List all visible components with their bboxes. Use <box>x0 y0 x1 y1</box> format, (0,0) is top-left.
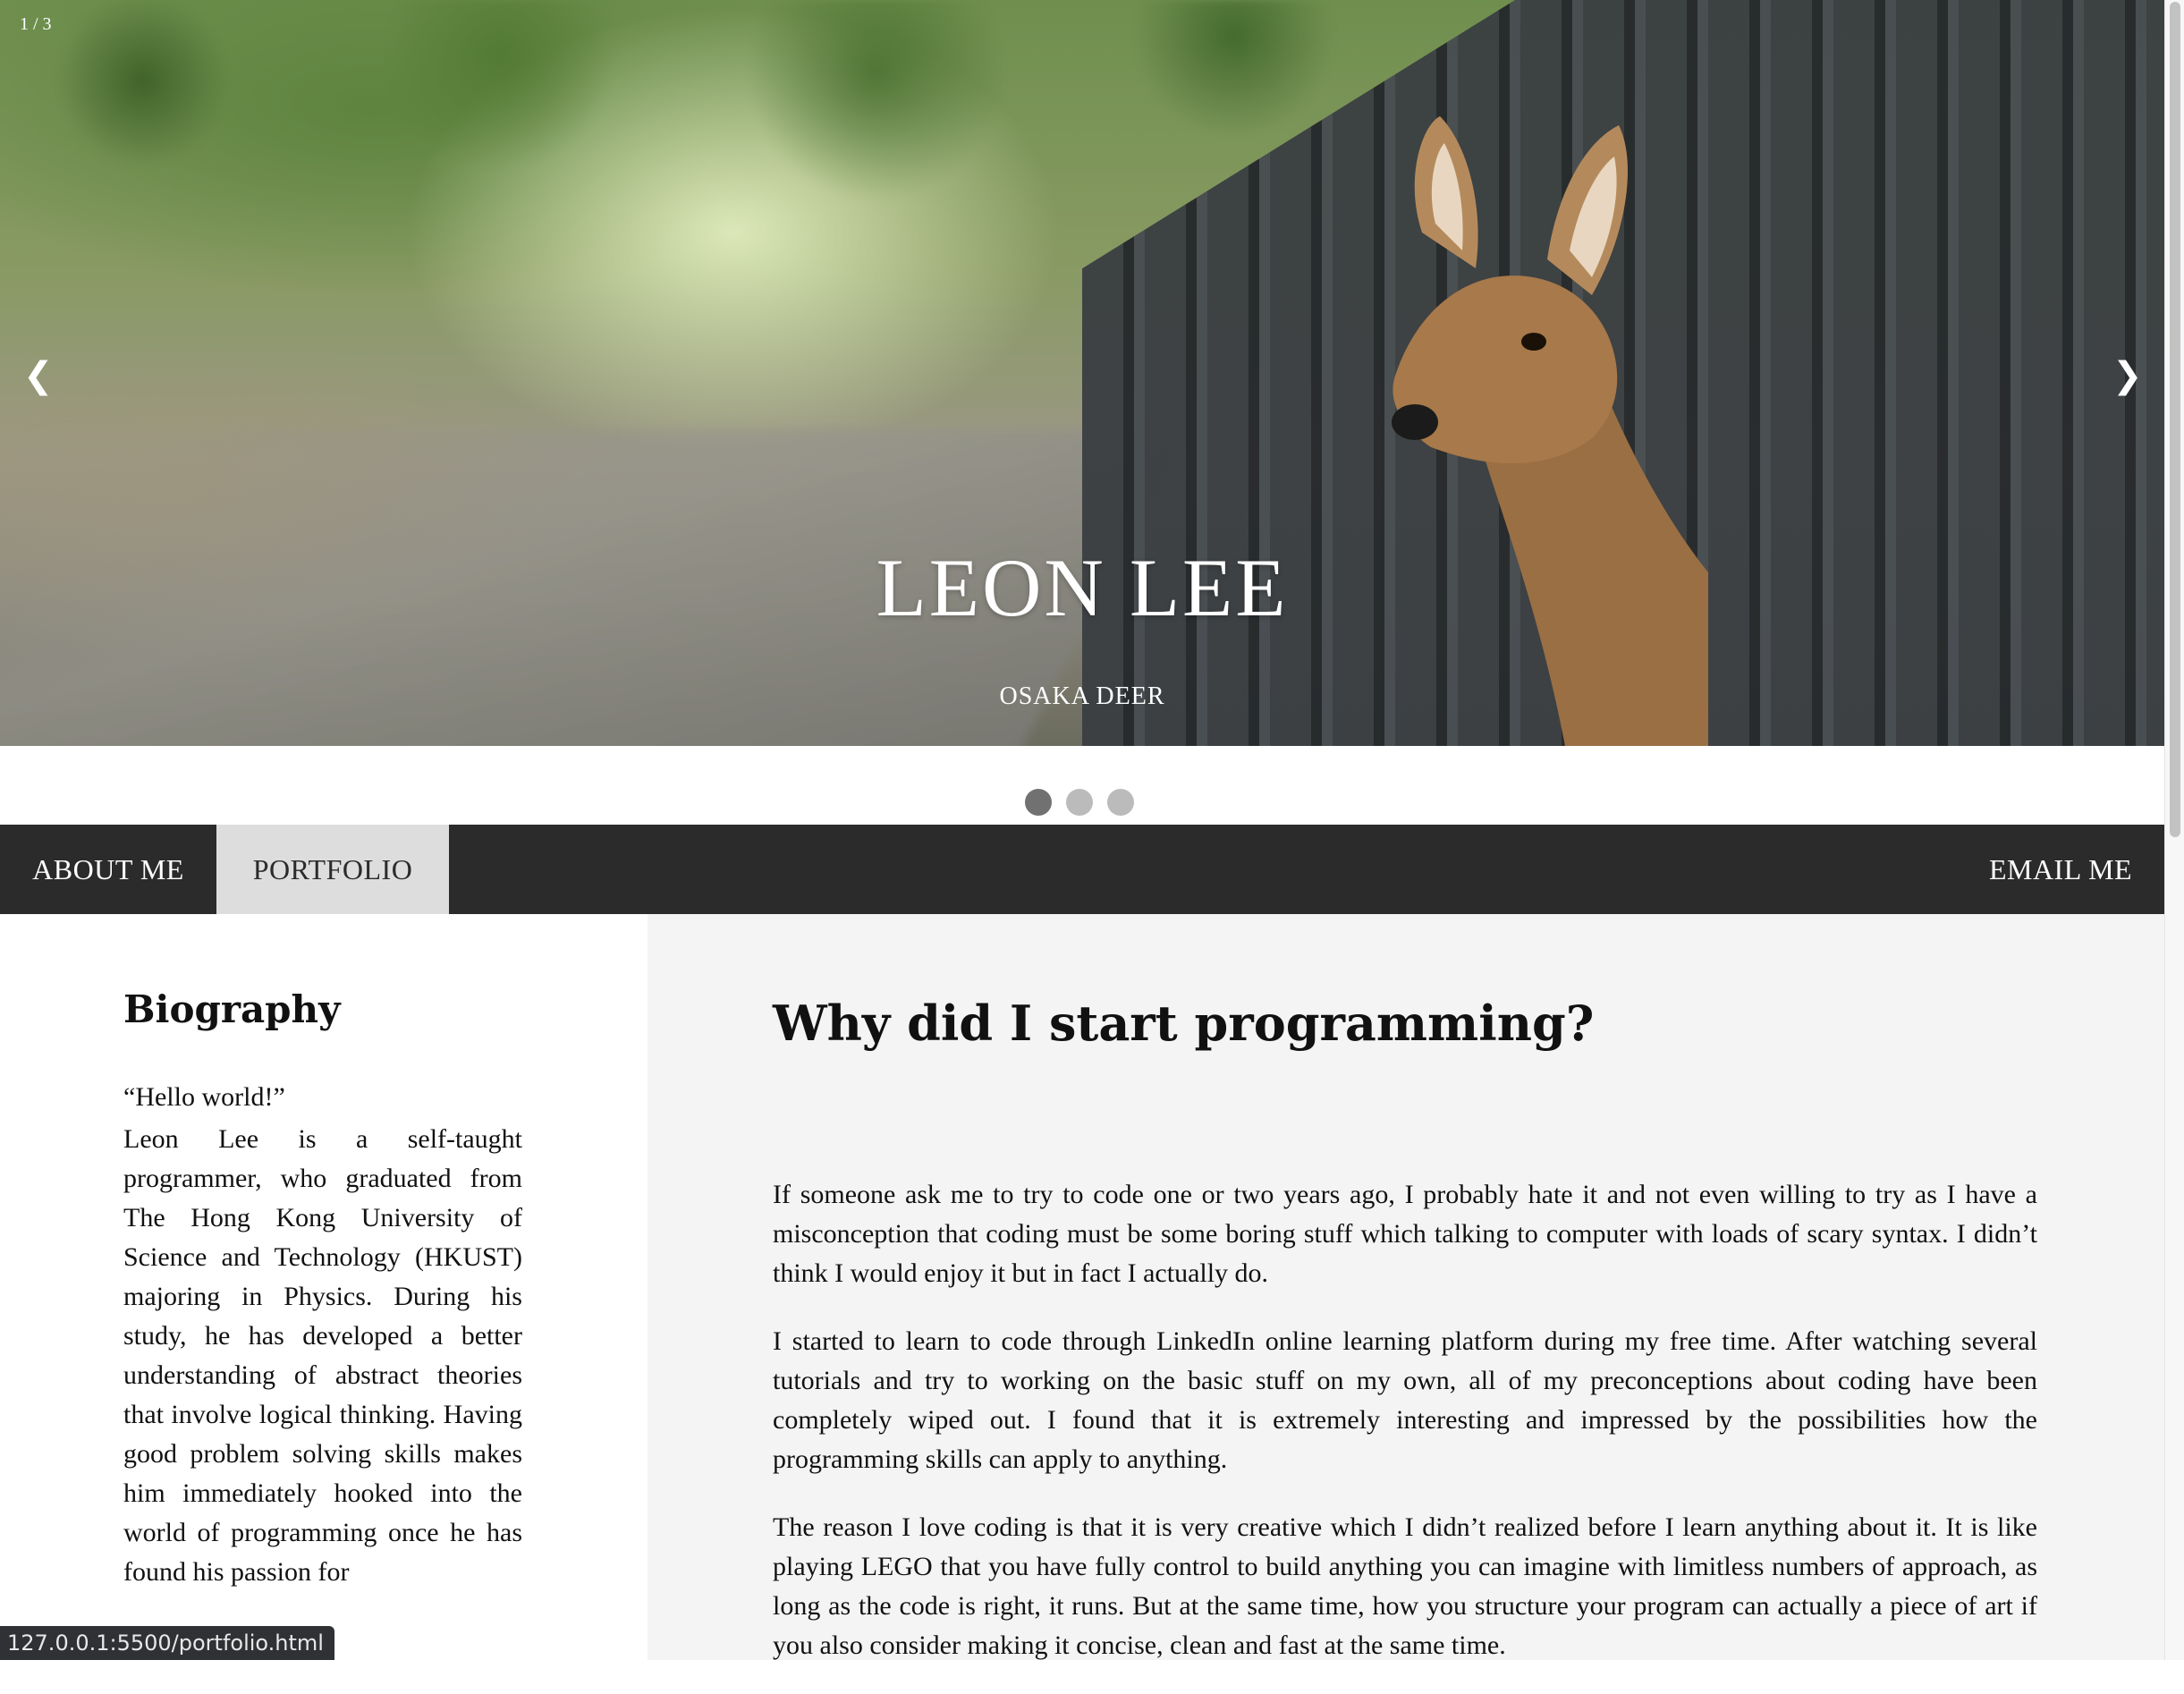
nav-portfolio[interactable]: PORTFOLIO <box>216 825 449 914</box>
slide-counter: 1 / 3 <box>20 14 52 34</box>
next-slide-arrow-icon[interactable]: ❯ <box>2112 358 2143 394</box>
slide-indicator-dots <box>1025 789 1134 816</box>
status-bar-url: 127.0.0.1:5500/portfolio.html <box>0 1626 334 1660</box>
article-heading: Why did I start programming? <box>773 995 1595 1052</box>
hero-slideshow: 1 / 3 ❮ ❯ LEON LEE OSAKA DEER <box>0 0 2164 746</box>
slide-dot-2[interactable] <box>1066 789 1093 816</box>
slide-dot-3[interactable] <box>1107 789 1134 816</box>
biography-text: Leon Lee is a self-taught programmer, wh… <box>123 1124 522 1587</box>
biography-quote: “Hello world!” <box>123 1082 285 1112</box>
nav-about-me[interactable]: ABOUT ME <box>0 825 216 914</box>
biography-heading: Biography <box>123 987 341 1031</box>
previous-slide-arrow-icon[interactable]: ❮ <box>23 358 54 394</box>
nav-email-me[interactable]: EMAIL ME <box>1957 825 2164 914</box>
slide-dot-1[interactable] <box>1025 789 1052 816</box>
article-paragraph: I started to learn to code through Linke… <box>773 1326 2037 1474</box>
top-navigation-bar: ABOUT ME PORTFOLIO EMAIL ME <box>0 825 2164 914</box>
article-paragraph: If someone ask me to try to code one or … <box>773 1180 2037 1288</box>
hero-image-deer <box>1392 116 1708 746</box>
slide-caption: OSAKA DEER <box>999 682 1165 710</box>
hero-title: LEON LEE <box>876 542 1289 633</box>
page-scrollbar[interactable] <box>2164 0 2184 1660</box>
article-paragraph: The reason I love coding is that it is v… <box>773 1512 2037 1660</box>
article-body: If someone ask me to try to code one or … <box>773 1175 2037 1694</box>
scrollbar-thumb[interactable] <box>2170 2 2180 837</box>
